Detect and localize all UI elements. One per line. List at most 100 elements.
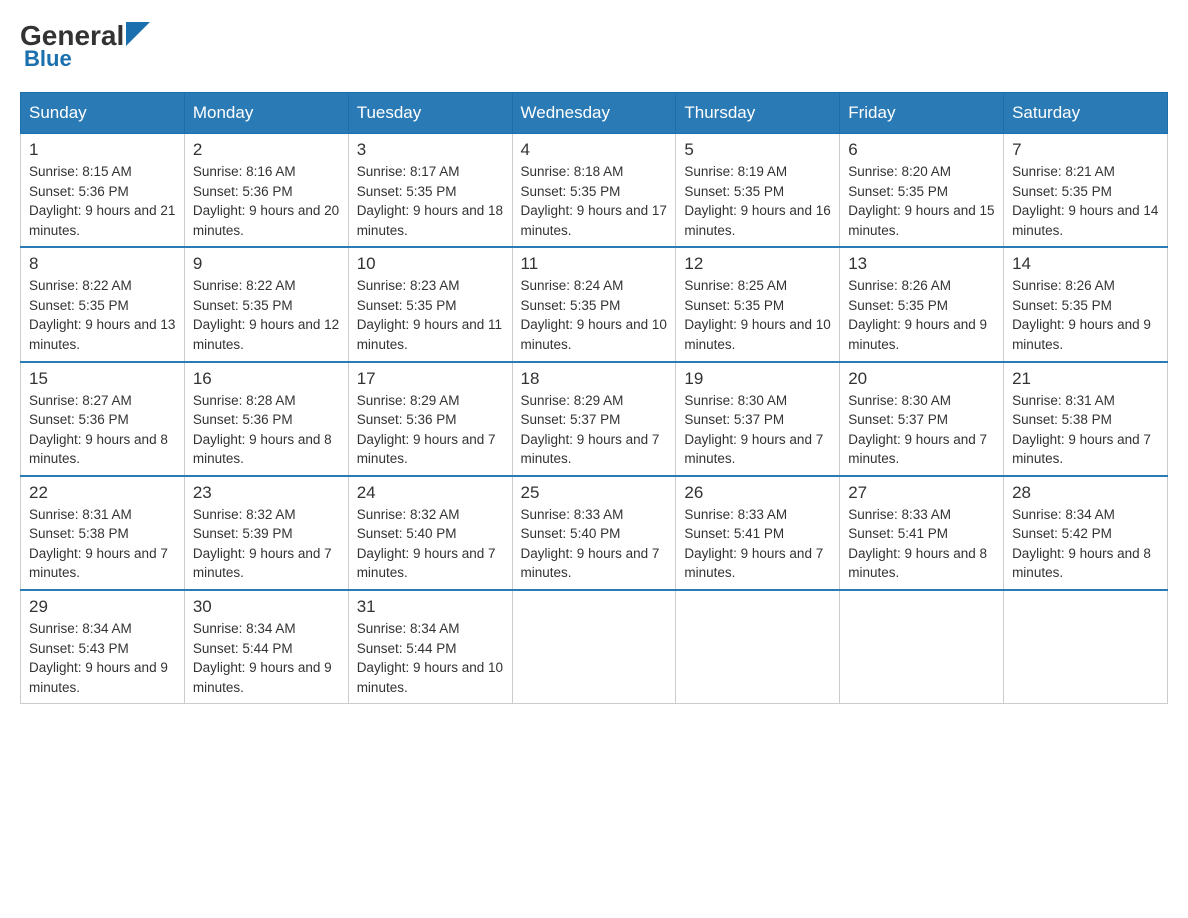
day-info: Sunrise: 8:24 AMSunset: 5:35 PMDaylight:… [521,276,668,354]
day-number: 10 [357,254,504,274]
calendar-day-cell: 8Sunrise: 8:22 AMSunset: 5:35 PMDaylight… [21,247,185,361]
day-number: 14 [1012,254,1159,274]
weekday-header-monday: Monday [184,93,348,134]
calendar-day-cell: 11Sunrise: 8:24 AMSunset: 5:35 PMDayligh… [512,247,676,361]
page-header: General Blue [20,20,1168,72]
day-info: Sunrise: 8:31 AMSunset: 5:38 PMDaylight:… [29,505,176,583]
weekday-header-sunday: Sunday [21,93,185,134]
day-number: 12 [684,254,831,274]
weekday-header-friday: Friday [840,93,1004,134]
day-info: Sunrise: 8:17 AMSunset: 5:35 PMDaylight:… [357,162,504,240]
calendar-day-cell: 26Sunrise: 8:33 AMSunset: 5:41 PMDayligh… [676,476,840,590]
day-number: 5 [684,140,831,160]
logo: General Blue [20,20,150,72]
day-number: 11 [521,254,668,274]
calendar-day-cell: 12Sunrise: 8:25 AMSunset: 5:35 PMDayligh… [676,247,840,361]
day-number: 8 [29,254,176,274]
weekday-header-thursday: Thursday [676,93,840,134]
calendar-table: SundayMondayTuesdayWednesdayThursdayFrid… [20,92,1168,704]
day-info: Sunrise: 8:22 AMSunset: 5:35 PMDaylight:… [29,276,176,354]
calendar-empty-cell [840,590,1004,704]
calendar-day-cell: 24Sunrise: 8:32 AMSunset: 5:40 PMDayligh… [348,476,512,590]
day-number: 4 [521,140,668,160]
day-number: 6 [848,140,995,160]
calendar-day-cell: 15Sunrise: 8:27 AMSunset: 5:36 PMDayligh… [21,362,185,476]
day-number: 23 [193,483,340,503]
calendar-day-cell: 1Sunrise: 8:15 AMSunset: 5:36 PMDaylight… [21,134,185,248]
day-info: Sunrise: 8:26 AMSunset: 5:35 PMDaylight:… [1012,276,1159,354]
calendar-day-cell: 16Sunrise: 8:28 AMSunset: 5:36 PMDayligh… [184,362,348,476]
calendar-day-cell: 25Sunrise: 8:33 AMSunset: 5:40 PMDayligh… [512,476,676,590]
calendar-empty-cell [676,590,840,704]
day-number: 30 [193,597,340,617]
calendar-day-cell: 29Sunrise: 8:34 AMSunset: 5:43 PMDayligh… [21,590,185,704]
day-number: 22 [29,483,176,503]
day-number: 28 [1012,483,1159,503]
day-info: Sunrise: 8:29 AMSunset: 5:36 PMDaylight:… [357,391,504,469]
weekday-header-wednesday: Wednesday [512,93,676,134]
calendar-day-cell: 19Sunrise: 8:30 AMSunset: 5:37 PMDayligh… [676,362,840,476]
day-number: 17 [357,369,504,389]
day-number: 3 [357,140,504,160]
day-number: 27 [848,483,995,503]
day-info: Sunrise: 8:33 AMSunset: 5:41 PMDaylight:… [684,505,831,583]
day-number: 31 [357,597,504,617]
calendar-day-cell: 2Sunrise: 8:16 AMSunset: 5:36 PMDaylight… [184,134,348,248]
calendar-week-row: 15Sunrise: 8:27 AMSunset: 5:36 PMDayligh… [21,362,1168,476]
calendar-day-cell: 28Sunrise: 8:34 AMSunset: 5:42 PMDayligh… [1004,476,1168,590]
calendar-day-cell: 14Sunrise: 8:26 AMSunset: 5:35 PMDayligh… [1004,247,1168,361]
day-info: Sunrise: 8:34 AMSunset: 5:42 PMDaylight:… [1012,505,1159,583]
logo-triangle-icon [126,22,150,46]
calendar-day-cell: 10Sunrise: 8:23 AMSunset: 5:35 PMDayligh… [348,247,512,361]
day-info: Sunrise: 8:26 AMSunset: 5:35 PMDaylight:… [848,276,995,354]
calendar-day-cell: 3Sunrise: 8:17 AMSunset: 5:35 PMDaylight… [348,134,512,248]
day-number: 21 [1012,369,1159,389]
calendar-day-cell: 20Sunrise: 8:30 AMSunset: 5:37 PMDayligh… [840,362,1004,476]
calendar-day-cell: 9Sunrise: 8:22 AMSunset: 5:35 PMDaylight… [184,247,348,361]
calendar-day-cell: 5Sunrise: 8:19 AMSunset: 5:35 PMDaylight… [676,134,840,248]
day-number: 26 [684,483,831,503]
day-number: 13 [848,254,995,274]
calendar-week-row: 22Sunrise: 8:31 AMSunset: 5:38 PMDayligh… [21,476,1168,590]
day-number: 9 [193,254,340,274]
calendar-week-row: 8Sunrise: 8:22 AMSunset: 5:35 PMDaylight… [21,247,1168,361]
day-info: Sunrise: 8:34 AMSunset: 5:44 PMDaylight:… [357,619,504,697]
calendar-day-cell: 22Sunrise: 8:31 AMSunset: 5:38 PMDayligh… [21,476,185,590]
calendar-day-cell: 6Sunrise: 8:20 AMSunset: 5:35 PMDaylight… [840,134,1004,248]
day-number: 16 [193,369,340,389]
calendar-day-cell: 18Sunrise: 8:29 AMSunset: 5:37 PMDayligh… [512,362,676,476]
day-number: 7 [1012,140,1159,160]
day-info: Sunrise: 8:21 AMSunset: 5:35 PMDaylight:… [1012,162,1159,240]
day-number: 20 [848,369,995,389]
calendar-day-cell: 30Sunrise: 8:34 AMSunset: 5:44 PMDayligh… [184,590,348,704]
day-number: 19 [684,369,831,389]
day-info: Sunrise: 8:32 AMSunset: 5:39 PMDaylight:… [193,505,340,583]
day-info: Sunrise: 8:30 AMSunset: 5:37 PMDaylight:… [684,391,831,469]
day-info: Sunrise: 8:20 AMSunset: 5:35 PMDaylight:… [848,162,995,240]
calendar-header-row: SundayMondayTuesdayWednesdayThursdayFrid… [21,93,1168,134]
day-number: 18 [521,369,668,389]
day-info: Sunrise: 8:15 AMSunset: 5:36 PMDaylight:… [29,162,176,240]
day-info: Sunrise: 8:29 AMSunset: 5:37 PMDaylight:… [521,391,668,469]
calendar-empty-cell [1004,590,1168,704]
calendar-day-cell: 17Sunrise: 8:29 AMSunset: 5:36 PMDayligh… [348,362,512,476]
day-info: Sunrise: 8:33 AMSunset: 5:41 PMDaylight:… [848,505,995,583]
calendar-day-cell: 31Sunrise: 8:34 AMSunset: 5:44 PMDayligh… [348,590,512,704]
calendar-week-row: 29Sunrise: 8:34 AMSunset: 5:43 PMDayligh… [21,590,1168,704]
day-number: 15 [29,369,176,389]
day-info: Sunrise: 8:16 AMSunset: 5:36 PMDaylight:… [193,162,340,240]
weekday-header-tuesday: Tuesday [348,93,512,134]
day-number: 2 [193,140,340,160]
day-info: Sunrise: 8:33 AMSunset: 5:40 PMDaylight:… [521,505,668,583]
weekday-header-saturday: Saturday [1004,93,1168,134]
calendar-empty-cell [512,590,676,704]
calendar-day-cell: 7Sunrise: 8:21 AMSunset: 5:35 PMDaylight… [1004,134,1168,248]
day-info: Sunrise: 8:32 AMSunset: 5:40 PMDaylight:… [357,505,504,583]
calendar-day-cell: 13Sunrise: 8:26 AMSunset: 5:35 PMDayligh… [840,247,1004,361]
day-info: Sunrise: 8:27 AMSunset: 5:36 PMDaylight:… [29,391,176,469]
calendar-day-cell: 4Sunrise: 8:18 AMSunset: 5:35 PMDaylight… [512,134,676,248]
day-number: 29 [29,597,176,617]
day-info: Sunrise: 8:23 AMSunset: 5:35 PMDaylight:… [357,276,504,354]
day-info: Sunrise: 8:18 AMSunset: 5:35 PMDaylight:… [521,162,668,240]
day-info: Sunrise: 8:22 AMSunset: 5:35 PMDaylight:… [193,276,340,354]
